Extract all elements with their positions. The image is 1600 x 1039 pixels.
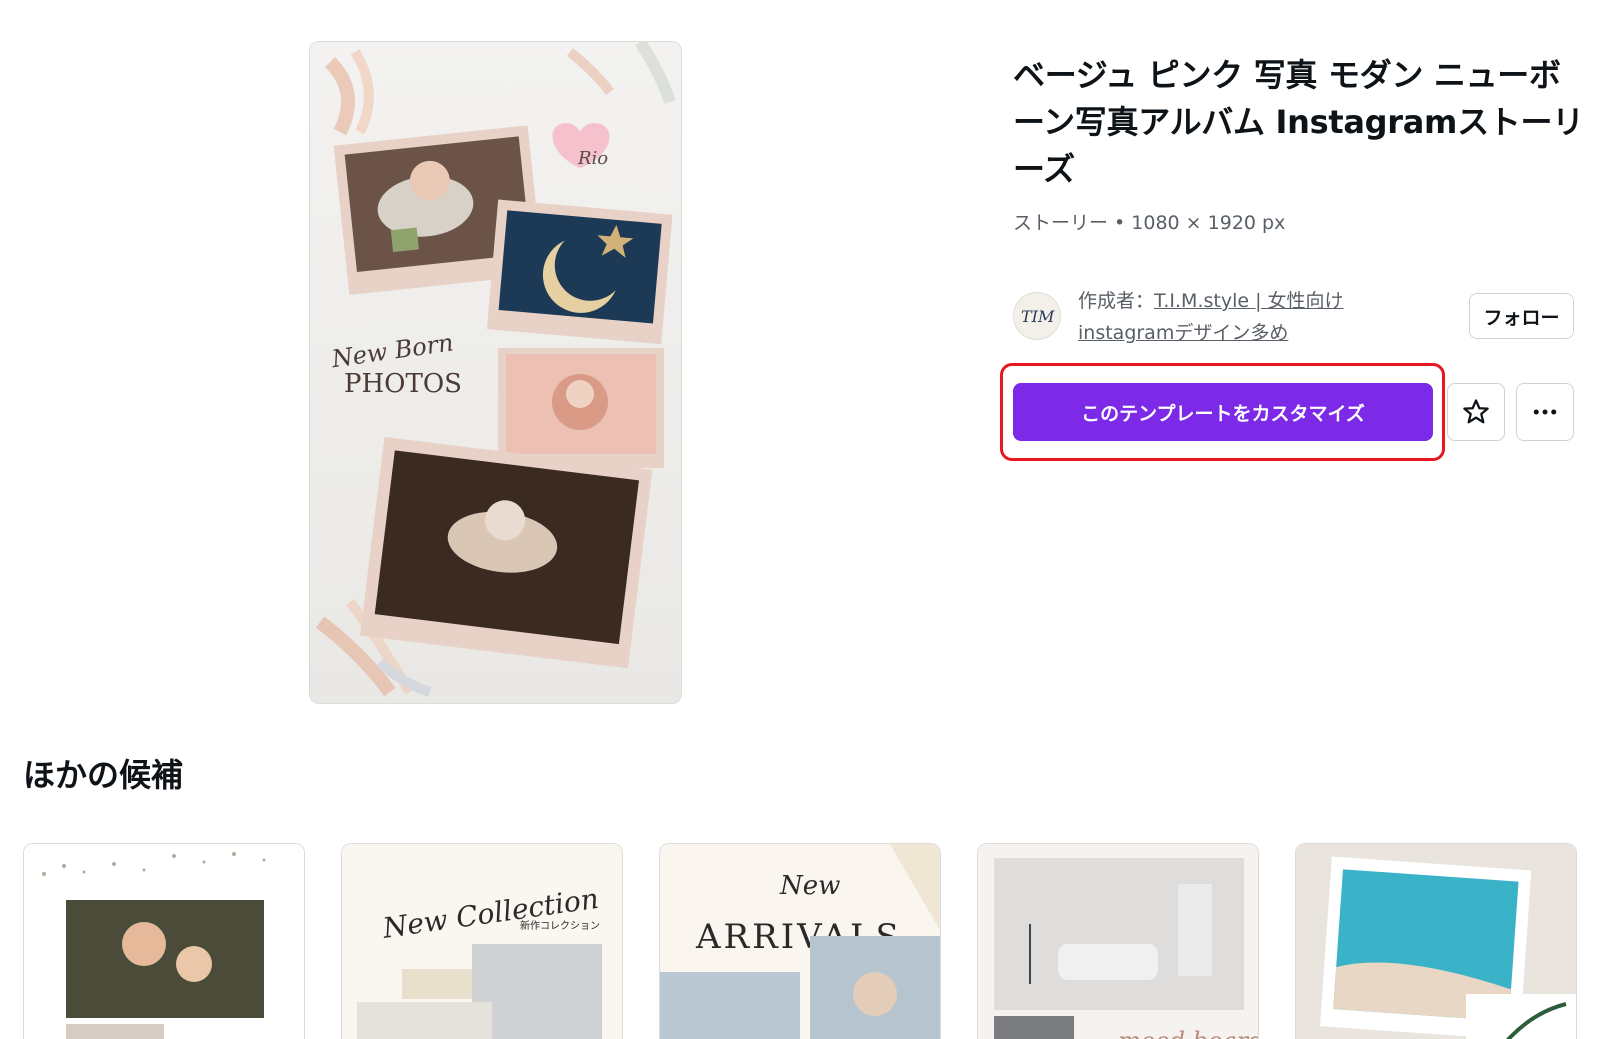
favorite-button[interactable] (1447, 383, 1505, 441)
avatar-monogram: TIM (1021, 307, 1055, 326)
card-3-subtitle: New (779, 871, 840, 901)
card-2-subtitle: 新作コレクション (520, 919, 600, 932)
creator-info: 作成者：T.I.M.style | 女性向けinstagramデザイン多め (1078, 285, 1378, 349)
star-icon (1463, 399, 1489, 424)
card-4-title: mood board (1118, 1027, 1259, 1039)
preview-heart-text: Rio (577, 148, 608, 169)
suggestion-card-2[interactable]: New Collection 新作コレクション (341, 843, 623, 1039)
other-suggestions-heading: ほかの候補 (23, 756, 184, 794)
creator-avatar[interactable]: TIM (1013, 292, 1061, 340)
suggestion-card-5[interactable] (1295, 843, 1577, 1039)
template-title: ベージュ ピンク 写真 モダン ニューボーン写真アルバム Instagramスト… (1013, 56, 1584, 188)
follow-button[interactable]: フォロー (1469, 293, 1574, 339)
suggestion-card-3[interactable]: New ARRIVALS (659, 843, 941, 1039)
suggestion-card-4[interactable]: mood board (977, 843, 1259, 1039)
suggestion-card-1[interactable] (23, 843, 305, 1039)
template-meta: ストーリー • 1080 × 1920 px (1013, 212, 1286, 234)
more-horizontal-icon (1533, 409, 1557, 415)
creator-prefix: 作成者： (1078, 290, 1155, 312)
customize-template-button[interactable]: このテンプレートをカスタマイズ (1013, 383, 1433, 441)
template-preview[interactable]: Rio New Born PHOTOS (309, 41, 682, 704)
preview-heading: PHOTOS (344, 369, 462, 399)
more-options-button[interactable] (1516, 383, 1574, 441)
